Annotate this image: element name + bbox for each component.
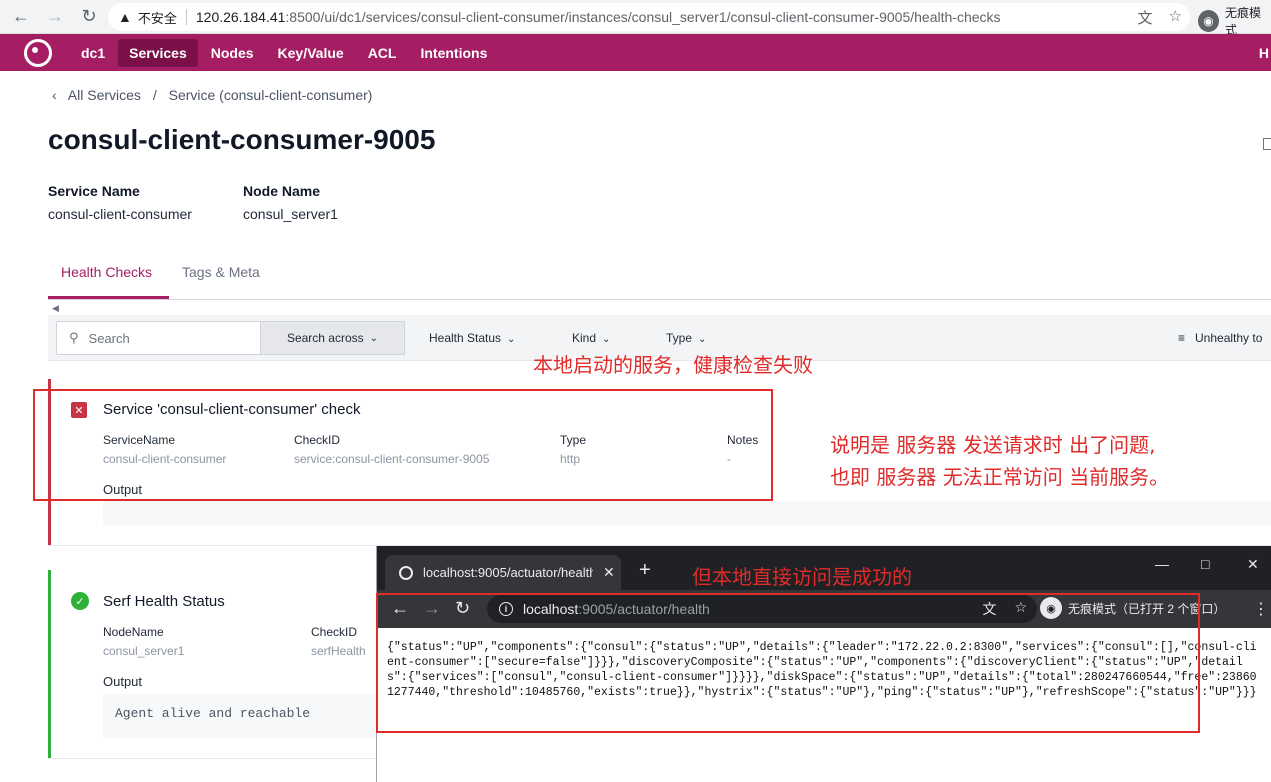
star-icon[interactable]: ☆	[1169, 7, 1182, 28]
output-box	[103, 501, 1271, 525]
annotation-explain-line2: 也即 服务器 无法正常访问 当前服务。	[830, 465, 1170, 489]
breadcrumb-separator: /	[152, 87, 157, 103]
type-dropdown[interactable]: Type ⌄	[666, 331, 706, 345]
maximize-icon[interactable]: □	[1201, 556, 1209, 572]
breadcrumb: ‹ All Services / Service (consul-client-…	[52, 87, 372, 103]
search-field[interactable]: ⚲	[56, 321, 261, 355]
translate-icon[interactable]: 文	[1138, 7, 1153, 28]
check-field-checkid: CheckID serfHealth	[311, 625, 366, 658]
chevron-down-icon: ⌄	[507, 334, 516, 345]
overlay-tab[interactable]: localhost:9005/actuator/health ✕	[385, 555, 621, 590]
incognito-indicator[interactable]: ◉ 无痕模式	[1198, 4, 1271, 38]
chevron-down-icon: ⌄	[369, 332, 379, 344]
consul-top-nav: dc1 Services Nodes Key/Value ACL Intenti…	[0, 34, 1271, 71]
field-key: CheckID	[311, 625, 358, 639]
output-label: Output	[103, 674, 143, 689]
copy-icon[interactable]	[1263, 138, 1271, 150]
overlay-tab-title: localhost:9005/actuator/health	[423, 565, 593, 580]
minimize-icon[interactable]: —	[1155, 556, 1169, 572]
nav-datacenter[interactable]: dc1	[70, 39, 116, 67]
annotation-box-critical-check	[33, 389, 773, 501]
reload-icon[interactable]: ↻	[76, 4, 102, 30]
nav-nodes[interactable]: Nodes	[200, 39, 265, 67]
service-name-value: consul-client-consumer	[48, 206, 192, 222]
kind-dropdown[interactable]: Kind ⌄	[572, 331, 610, 345]
health-status-dropdown[interactable]: Health Status ⌄	[429, 331, 515, 345]
globe-icon	[399, 565, 413, 580]
close-window-icon[interactable]: ✕	[1247, 556, 1259, 573]
annotation-explain-line1: 说明是 服务器 发送请求时 出了问题,	[830, 433, 1156, 457]
page-title: consul-client-consumer-9005	[48, 124, 436, 155]
divider	[185, 9, 187, 25]
url-host: 120.26.184.41	[195, 9, 286, 25]
forward-icon[interactable]: →	[42, 4, 68, 30]
chevron-down-icon: ⌄	[602, 334, 611, 345]
breadcrumb-all-services[interactable]: All Services	[68, 87, 141, 103]
back-icon[interactable]: ←	[8, 4, 34, 30]
warning-icon[interactable]: ▲	[118, 9, 132, 25]
field-key: NodeName	[103, 625, 164, 639]
field-value: serfHealth	[311, 644, 366, 658]
breadcrumb-service[interactable]: Service (consul-client-consumer)	[169, 87, 373, 103]
node-name-block: Node Name consul_server1	[243, 183, 338, 222]
sort-icon: ≡	[1178, 331, 1186, 345]
active-tab-indicator	[48, 296, 169, 299]
health-status-label: Health Status	[429, 331, 502, 345]
consul-logo-icon[interactable]	[24, 38, 52, 67]
search-across-label: Search across	[286, 331, 364, 345]
chevron-down-icon: ⌄	[698, 334, 707, 345]
check-field-nodename: NodeName consul_server1	[103, 625, 184, 658]
service-name-block: Service Name consul-client-consumer	[48, 183, 192, 222]
chevron-left-icon: ‹	[52, 87, 57, 103]
sort-dropdown[interactable]: ≡ Unhealthy to	[1178, 331, 1262, 345]
output-text: Agent alive and reachable	[115, 706, 311, 721]
type-label: Type	[666, 331, 693, 345]
nav-help-truncated[interactable]: H	[1259, 45, 1269, 61]
search-across-dropdown[interactable]: Search across ⌄	[260, 321, 405, 355]
browser-toolbar: ← → ↻ ▲ 不安全 120.26.184.41:8500/ui/dc1/se…	[0, 0, 1271, 37]
tab-bar: Health Checks Tags & Meta	[48, 256, 1271, 300]
nav-acl[interactable]: ACL	[357, 39, 408, 67]
tab-health-checks[interactable]: Health Checks	[61, 264, 152, 280]
incognito-icon: ◉	[1198, 10, 1220, 32]
address-bar[interactable]: ▲ 不安全 120.26.184.41:8500/ui/dc1/services…	[108, 3, 1190, 31]
nav-services[interactable]: Services	[118, 38, 198, 67]
nav-intentions[interactable]: Intentions	[409, 39, 498, 67]
close-tab-icon[interactable]: ✕	[603, 564, 615, 581]
passing-icon: ✓	[71, 592, 89, 610]
tab-tags-meta[interactable]: Tags & Meta	[182, 264, 260, 280]
check-title: Serf Health Status	[103, 593, 225, 610]
scroll-left-icon[interactable]: ◀	[52, 303, 59, 314]
incognito-label: 无痕模式	[1225, 6, 1262, 37]
kind-label: Kind	[572, 331, 597, 345]
annotation-box-local-response	[376, 593, 1200, 733]
insecure-label: 不安全	[137, 10, 177, 26]
new-tab-icon[interactable]: +	[639, 559, 651, 582]
field-value: consul_server1	[103, 644, 185, 658]
url-path: :8500/ui/dc1/services/consul-client-cons…	[285, 9, 1001, 25]
menu-kebab-icon[interactable]: ⋮	[1253, 599, 1269, 619]
annotation-local-success: 但本地直接访问是成功的	[692, 565, 912, 589]
search-icon: ⚲	[69, 330, 79, 345]
nav-key-value[interactable]: Key/Value	[267, 39, 355, 67]
search-input[interactable]	[88, 330, 239, 346]
sort-label: Unhealthy to	[1195, 331, 1263, 345]
annotation-local-fail: 本地启动的服务，健康检查失败	[533, 353, 813, 377]
node-name-label: Node Name	[243, 183, 321, 199]
service-name-label: Service Name	[48, 183, 140, 199]
node-name-value[interactable]: consul_server1	[243, 206, 338, 222]
